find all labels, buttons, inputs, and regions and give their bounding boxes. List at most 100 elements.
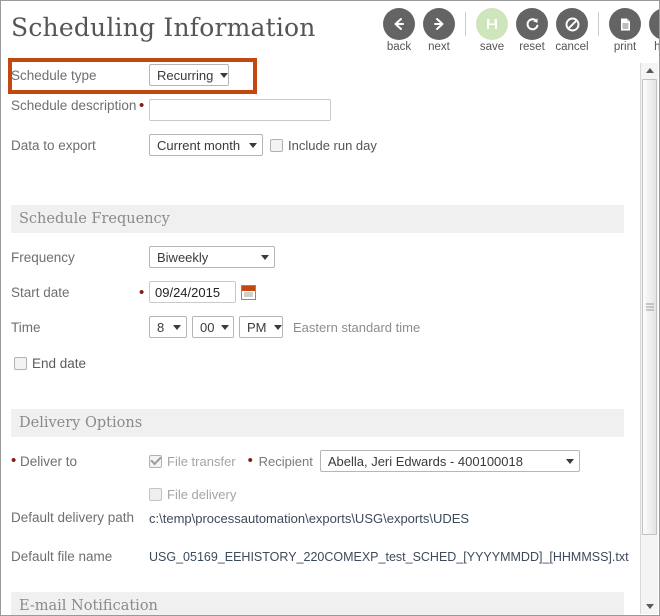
recipient-label: Recipient — [258, 453, 313, 469]
arrow-right-icon — [423, 8, 455, 40]
frequency-select[interactable]: Biweekly — [149, 246, 275, 268]
recipient-value: Abella, Jeri Edwards - 400100018 — [327, 453, 523, 469]
time-meridiem-select[interactable]: PM — [239, 316, 283, 338]
arrow-left-icon — [383, 8, 415, 40]
end-date-checkbox[interactable] — [14, 356, 27, 370]
scrollbar-thumb[interactable] — [642, 79, 657, 535]
start-date-label: Start date — [11, 284, 70, 300]
data-to-export-value: Current month — [157, 137, 241, 153]
deliver-to-label: Deliver to — [20, 453, 78, 469]
schedule-frequency-heading: Schedule Frequency — [19, 211, 170, 227]
start-date-required-marker: • — [139, 284, 145, 301]
toolbar-divider-2 — [598, 12, 599, 36]
time-minute-select[interactable]: 00 — [192, 316, 234, 338]
file-transfer-checkbox — [149, 454, 162, 468]
page-title: Scheduling Information — [11, 13, 316, 42]
chevron-down-icon — [220, 72, 229, 78]
end-date-label: End date — [32, 355, 87, 371]
start-date-input[interactable] — [149, 281, 236, 303]
row-default-file-name: Default file name • USG_05169_EEHISTORY_… — [1, 548, 642, 574]
help-button[interactable]: ? help — [646, 8, 660, 54]
schedule-description-input[interactable] — [149, 99, 331, 121]
calendar-icon[interactable] — [241, 284, 256, 300]
file-transfer-label: File transfer — [167, 453, 236, 469]
default-file-name-label: Default file name — [11, 549, 113, 564]
recipient-select[interactable]: Abella, Jeri Edwards - 400100018 — [319, 450, 580, 472]
schedule-type-value: Recurring — [157, 67, 214, 83]
time-hour-select[interactable]: 8 — [149, 316, 187, 338]
toolbar: back next save reset cancel print h — [379, 8, 660, 62]
save-floppy-icon — [476, 8, 508, 40]
help-button-label: help — [654, 41, 660, 53]
recipient-required-marker: • — [247, 452, 253, 469]
help-question-icon: ? — [649, 8, 659, 40]
time-meridiem-value: PM — [247, 319, 267, 335]
deliver-to-required-marker: • — [11, 452, 17, 469]
save-button[interactable]: save — [473, 8, 511, 54]
row-time: Time • 8 00 PM Eastern standard time — [1, 314, 642, 340]
next-button-label: next — [428, 41, 450, 53]
data-to-export-label: Data to export — [11, 137, 96, 153]
row-frequency: Frequency • Biweekly — [1, 244, 642, 270]
print-button[interactable]: print — [606, 8, 644, 54]
frequency-label: Frequency — [11, 249, 75, 265]
email-notification-heading: E-mail Notification — [19, 598, 158, 614]
cancel-ban-icon — [556, 8, 588, 40]
scroll-up-icon[interactable] — [641, 63, 658, 78]
scheduling-information-window: Scheduling Information back next save re… — [0, 0, 660, 616]
time-label: Time — [11, 319, 41, 335]
section-header-delivery-options: Delivery Options — [11, 409, 624, 437]
time-minute-value: 00 — [200, 319, 215, 335]
include-run-day-label: Include run day — [288, 137, 377, 153]
form-area: Schedule type • Recurring Schedule descr… — [1, 57, 642, 615]
print-document-icon — [609, 8, 641, 40]
schedule-description-label: Schedule description — [11, 98, 137, 113]
schedule-description-required-marker: • — [139, 97, 145, 114]
triangle-up-glyph — [645, 68, 654, 73]
chevron-down-icon — [221, 324, 230, 330]
chevron-down-icon — [249, 142, 257, 148]
file-delivery-checkbox — [149, 487, 162, 501]
chevron-down-icon — [173, 324, 181, 330]
reset-refresh-icon — [516, 8, 548, 40]
chevron-down-icon — [273, 324, 282, 330]
section-header-email-notification: E-mail Notification — [11, 592, 624, 615]
deliver-to-label-wrap: • Deliver to — [11, 453, 139, 470]
section-header-schedule-frequency: Schedule Frequency — [11, 205, 624, 233]
row-start-date: Start date • — [1, 279, 642, 305]
chevron-down-icon — [261, 254, 269, 260]
next-button[interactable]: next — [420, 8, 458, 54]
reset-button-label: reset — [519, 41, 545, 53]
frequency-value: Biweekly — [157, 249, 209, 265]
save-button-label: save — [479, 41, 505, 53]
chevron-down-icon — [565, 458, 574, 464]
timezone-label: Eastern standard time — [293, 319, 421, 335]
back-button[interactable]: back — [380, 8, 418, 54]
reset-button[interactable]: reset — [513, 8, 551, 54]
time-hour-value: 8 — [157, 319, 165, 335]
row-default-delivery-path: Default delivery path • c:\temp\processa… — [1, 510, 642, 536]
print-button-label: print — [613, 41, 637, 53]
vertical-scrollbar[interactable] — [640, 63, 658, 614]
back-button-label: back — [386, 41, 412, 53]
default-delivery-path-value: c:\temp\processautomation\exports\USG\ex… — [149, 511, 470, 526]
schedule-type-select[interactable]: Recurring — [149, 64, 229, 86]
include-run-day-checkbox[interactable] — [270, 138, 283, 152]
scroll-down-icon[interactable] — [641, 599, 658, 614]
cancel-button-label: cancel — [555, 41, 589, 53]
schedule-type-label: Schedule type — [11, 67, 97, 83]
triangle-down-glyph — [645, 604, 654, 609]
scrollbar-grip — [645, 302, 654, 313]
delivery-options-heading: Delivery Options — [19, 415, 143, 431]
row-data-to-export: Data to export • Current month Include r… — [1, 132, 642, 158]
row-deliver-to: • Deliver to • File transfer • Recipient… — [1, 448, 642, 474]
row-schedule-description: Schedule description • — [1, 97, 642, 123]
row-file-delivery: • File delivery — [1, 481, 642, 507]
default-delivery-path-label: Default delivery path — [11, 510, 135, 525]
file-delivery-label: File delivery — [167, 486, 237, 502]
default-file-name-value: USG_05169_EEHISTORY_220COMEXP_test_SCHED… — [149, 550, 629, 564]
cancel-button[interactable]: cancel — [553, 8, 591, 54]
data-to-export-select[interactable]: Current month — [149, 134, 263, 156]
row-end-date: End date — [1, 350, 642, 376]
row-schedule-type: Schedule type • Recurring — [1, 57, 642, 93]
